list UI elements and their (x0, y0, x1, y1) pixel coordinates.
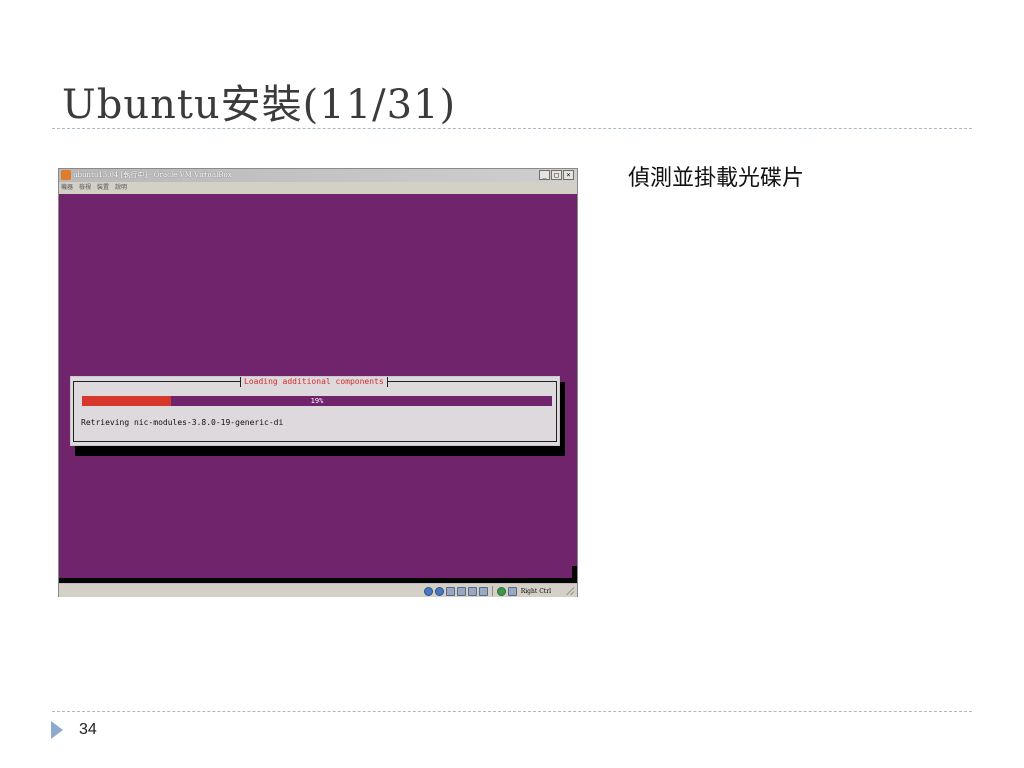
shared-folder-icon[interactable] (456, 586, 466, 596)
footer-divider (52, 711, 972, 712)
hdd-icon[interactable] (423, 586, 433, 596)
window-titlebar[interactable]: ubuntu13.04 [執行中] - Oracle VM VirtualBox… (59, 169, 577, 182)
bullet-text: 偵測並掛載光碟片 (628, 166, 805, 191)
capture-icon[interactable] (478, 586, 488, 596)
screen-corner-bar (572, 566, 577, 579)
title-divider (52, 128, 972, 129)
dialog-title: Loading additional components (240, 377, 388, 387)
status-separator (491, 586, 493, 596)
window-title: ubuntu13.04 [執行中] - Oracle VM VirtualBox (73, 171, 232, 179)
optical-drive-icon[interactable] (434, 586, 444, 596)
network-icon[interactable] (496, 586, 506, 596)
close-icon[interactable]: × (563, 170, 574, 180)
menu-help[interactable]: 說明 (115, 183, 127, 193)
loading-dialog: Loading additional components 19% Retrie… (70, 376, 560, 446)
progress-label: 19% (310, 397, 324, 405)
resize-grip-icon[interactable] (566, 587, 574, 595)
progress-bar: 19% (82, 396, 552, 406)
menu-view[interactable]: 檢視 (79, 183, 91, 193)
page-marker-icon (51, 721, 63, 739)
status-icons: Right Ctrl (423, 586, 551, 596)
page-number: 34 (79, 721, 97, 738)
menu-machine[interactable]: 機器 (61, 183, 73, 193)
minimize-icon[interactable]: _ (539, 170, 550, 180)
menu-devices[interactable]: 裝置 (97, 183, 109, 193)
usb-icon[interactable] (445, 586, 455, 596)
slide-title: Ubuntu安裝(11/31) (62, 82, 457, 128)
display-icon[interactable] (467, 586, 477, 596)
host-key-label: Right Ctrl (520, 587, 551, 595)
vm-screen[interactable]: Loading additional components 19% Retrie… (59, 194, 577, 581)
virtualbox-window: ubuntu13.04 [執行中] - Oracle VM VirtualBox… (58, 168, 578, 597)
window-statusbar: Right Ctrl (59, 583, 577, 597)
virtualbox-app-icon (61, 170, 71, 180)
mouse-integration-icon[interactable] (507, 586, 517, 596)
maximize-icon[interactable]: □ (551, 170, 562, 180)
dialog-frame: Loading additional components 19% Retrie… (73, 377, 557, 442)
status-text: Retrieving nic-modules-3.8.0-19-generic-… (81, 418, 284, 427)
window-menubar: 機器 檢視 裝置 說明 (61, 183, 127, 193)
window-controls: _ □ × (539, 170, 574, 180)
